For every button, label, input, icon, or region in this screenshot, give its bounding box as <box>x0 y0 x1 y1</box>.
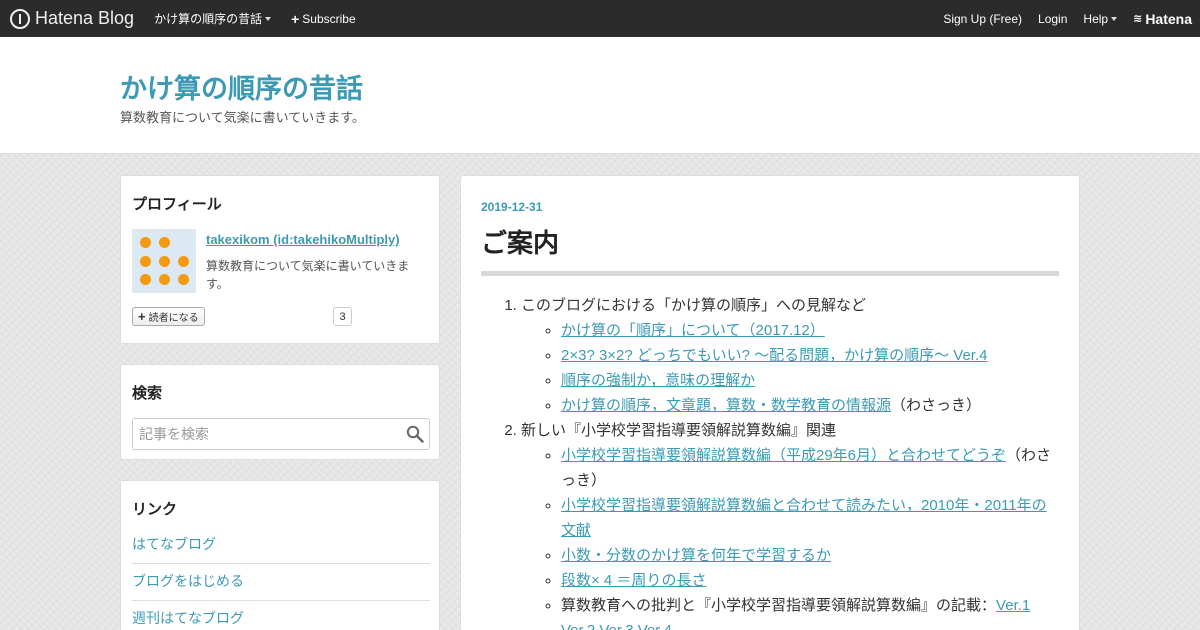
list-item: 小学校学習指導要領解説算数編（平成29年6月）と合わせてどうぞ（わさっき） <box>561 443 1059 493</box>
search-input[interactable] <box>132 418 430 450</box>
avatar-dot <box>159 256 170 267</box>
entry-content: このブログにおける「かけ算の順序」への見解など かけ算の「順序」について（201… <box>481 293 1059 630</box>
chevron-down-icon <box>1111 16 1118 21</box>
avatar-dot <box>178 256 189 267</box>
list-item: 小学校学習指導要領解説算数編と合わせて読みたい，2010年・2011年の文献 <box>561 493 1059 543</box>
list-item: かけ算の順序，文章題，算数・数学教育の情報源（わさっき） <box>561 393 1059 418</box>
version-link[interactable]: Ver.2 <box>561 622 595 630</box>
logo-text: Hatena Blog <box>35 8 135 28</box>
avatar-dot <box>140 256 151 267</box>
search-icon[interactable] <box>406 425 424 443</box>
list-item: 新しい『小学校学習指導要領解説算数編』関連 小学校学習指導要領解説算数編（平成2… <box>521 418 1059 630</box>
article-link[interactable]: 小学校学習指導要領解説算数編（平成29年6月）と合わせてどうぞ <box>561 447 1006 464</box>
section-label: このブログにおける「かけ算の順序」への見解など <box>521 297 867 314</box>
plus-icon: + <box>291 10 300 27</box>
profile-heading: プロフィール <box>132 196 222 213</box>
links-heading: リンク <box>132 501 178 518</box>
item-text: 算数教育への批判と『小学校学習指導要領解説算数編』の記載： <box>561 597 997 614</box>
entry-date[interactable]: 2019-12-31 <box>481 200 542 214</box>
section-label: 新しい『小学校学習指導要領解説算数編』関連 <box>521 422 837 439</box>
hatena-brand-label: Hatena <box>1145 10 1192 27</box>
list-item: 小数・分数のかけ算を何年で学習するか <box>561 543 1059 568</box>
entry-article: 2019-12-31 ご案内 このブログにおける「かけ算の順序」への見解など か… <box>460 175 1080 630</box>
help-label: Help <box>1083 11 1109 26</box>
hatena-brand-link[interactable]: ≋ Hatena <box>1133 11 1192 27</box>
hatena-wave-icon: ≋ <box>1133 13 1143 25</box>
profile-module: プロフィール takexikom (id:takehikoMultiply) 算… <box>120 175 440 344</box>
link-hatena-blog[interactable]: はてなブログ <box>132 534 430 564</box>
blog-header: かけ算の順序の昔話 算数教育について気楽に書いていきます。 <box>0 37 1200 154</box>
hatena-logo-icon <box>10 8 30 29</box>
plus-icon: + <box>138 309 146 324</box>
link-weekly-hatena[interactable]: 週刊はてなブログ <box>132 608 430 630</box>
avatar-dot <box>140 274 151 285</box>
article-link[interactable]: 段数× 4 ＝周りの長さ <box>561 572 706 589</box>
top-navbar: Hatena Blog かけ算の順序の昔話 + Subscribe Sign U… <box>0 0 1200 37</box>
article-link[interactable]: 順序の強制か，意味の理解か <box>561 372 755 389</box>
entry-title[interactable]: ご案内 <box>481 223 1059 276</box>
version-link[interactable]: Ver.3 <box>599 622 633 630</box>
search-heading: 検索 <box>132 385 163 402</box>
search-module: 検索 <box>120 364 440 460</box>
avatar-dot <box>140 237 151 248</box>
list-item: このブログにおける「かけ算の順序」への見解など かけ算の「順序」について（201… <box>521 293 1059 418</box>
list-item: 2×3? 3×2? どっちでもいい? ～配る問題，かけ算の順序～ Ver.4 <box>561 343 1059 368</box>
blog-menu[interactable]: かけ算の順序の昔話 <box>154 10 272 27</box>
subscribe-label: Subscribe <box>302 11 356 26</box>
link-suffix: （わさっき） <box>891 397 982 414</box>
blog-menu-label: かけ算の順序の昔話 <box>154 12 263 26</box>
links-module: リンク はてなブログ ブログをはじめる 週刊はてなブログ <box>120 480 440 630</box>
reader-button-label: 読者になる <box>148 313 199 324</box>
profile-description: 算数教育について気楽に書いていきます。 <box>206 259 410 291</box>
signup-link[interactable]: Sign Up (Free) <box>943 12 1022 26</box>
profile-name-link[interactable]: takexikom (id:takehikoMultiply) <box>206 232 400 247</box>
subscribe-reader-button[interactable]: + 読者になる <box>132 307 205 326</box>
hatena-blog-logo[interactable]: Hatena Blog <box>10 8 134 29</box>
article-link[interactable]: 2×3? 3×2? どっちでもいい? ～配る問題，かけ算の順序～ Ver.4 <box>561 347 987 364</box>
subscribe-button[interactable]: + Subscribe <box>291 11 356 27</box>
guide-list: このブログにおける「かけ算の順序」への見解など かけ算の「順序」について（201… <box>481 293 1059 630</box>
avatar-dot <box>159 274 170 285</box>
link-start-blog[interactable]: ブログをはじめる <box>132 571 430 601</box>
article-link[interactable]: 小数・分数のかけ算を何年で学習するか <box>561 547 831 564</box>
article-link[interactable]: 小学校学習指導要領解説算数編と合わせて読みたい，2010年・2011年の文献 <box>561 497 1047 539</box>
reader-count-badge[interactable]: 3 <box>333 307 352 326</box>
article-link[interactable]: かけ算の順序，文章題，算数・数学教育の情報源 <box>561 397 891 414</box>
blog-title[interactable]: かけ算の順序の昔話 <box>120 67 363 106</box>
article-link[interactable]: かけ算の「順序」について（2017.12） <box>561 322 825 339</box>
version-link[interactable]: Ver.1 <box>996 597 1030 614</box>
version-link[interactable]: Ver.4 <box>638 622 672 630</box>
avatar-dot <box>178 274 189 285</box>
help-menu[interactable]: Help <box>1083 11 1118 26</box>
list-item: 段数× 4 ＝周りの長さ <box>561 568 1059 593</box>
avatar[interactable] <box>132 229 196 293</box>
list-item: かけ算の「順序」について（2017.12） <box>561 318 1059 343</box>
chevron-down-icon <box>265 16 272 21</box>
list-item: 順序の強制か，意味の理解か <box>561 368 1059 393</box>
avatar-dot <box>159 237 170 248</box>
list-item: 算数教育への批判と『小学校学習指導要領解説算数編』の記載：Ver.1 Ver.2… <box>561 593 1059 630</box>
blog-description: 算数教育について気楽に書いていきます。 <box>120 110 365 125</box>
login-link[interactable]: Login <box>1038 12 1067 26</box>
